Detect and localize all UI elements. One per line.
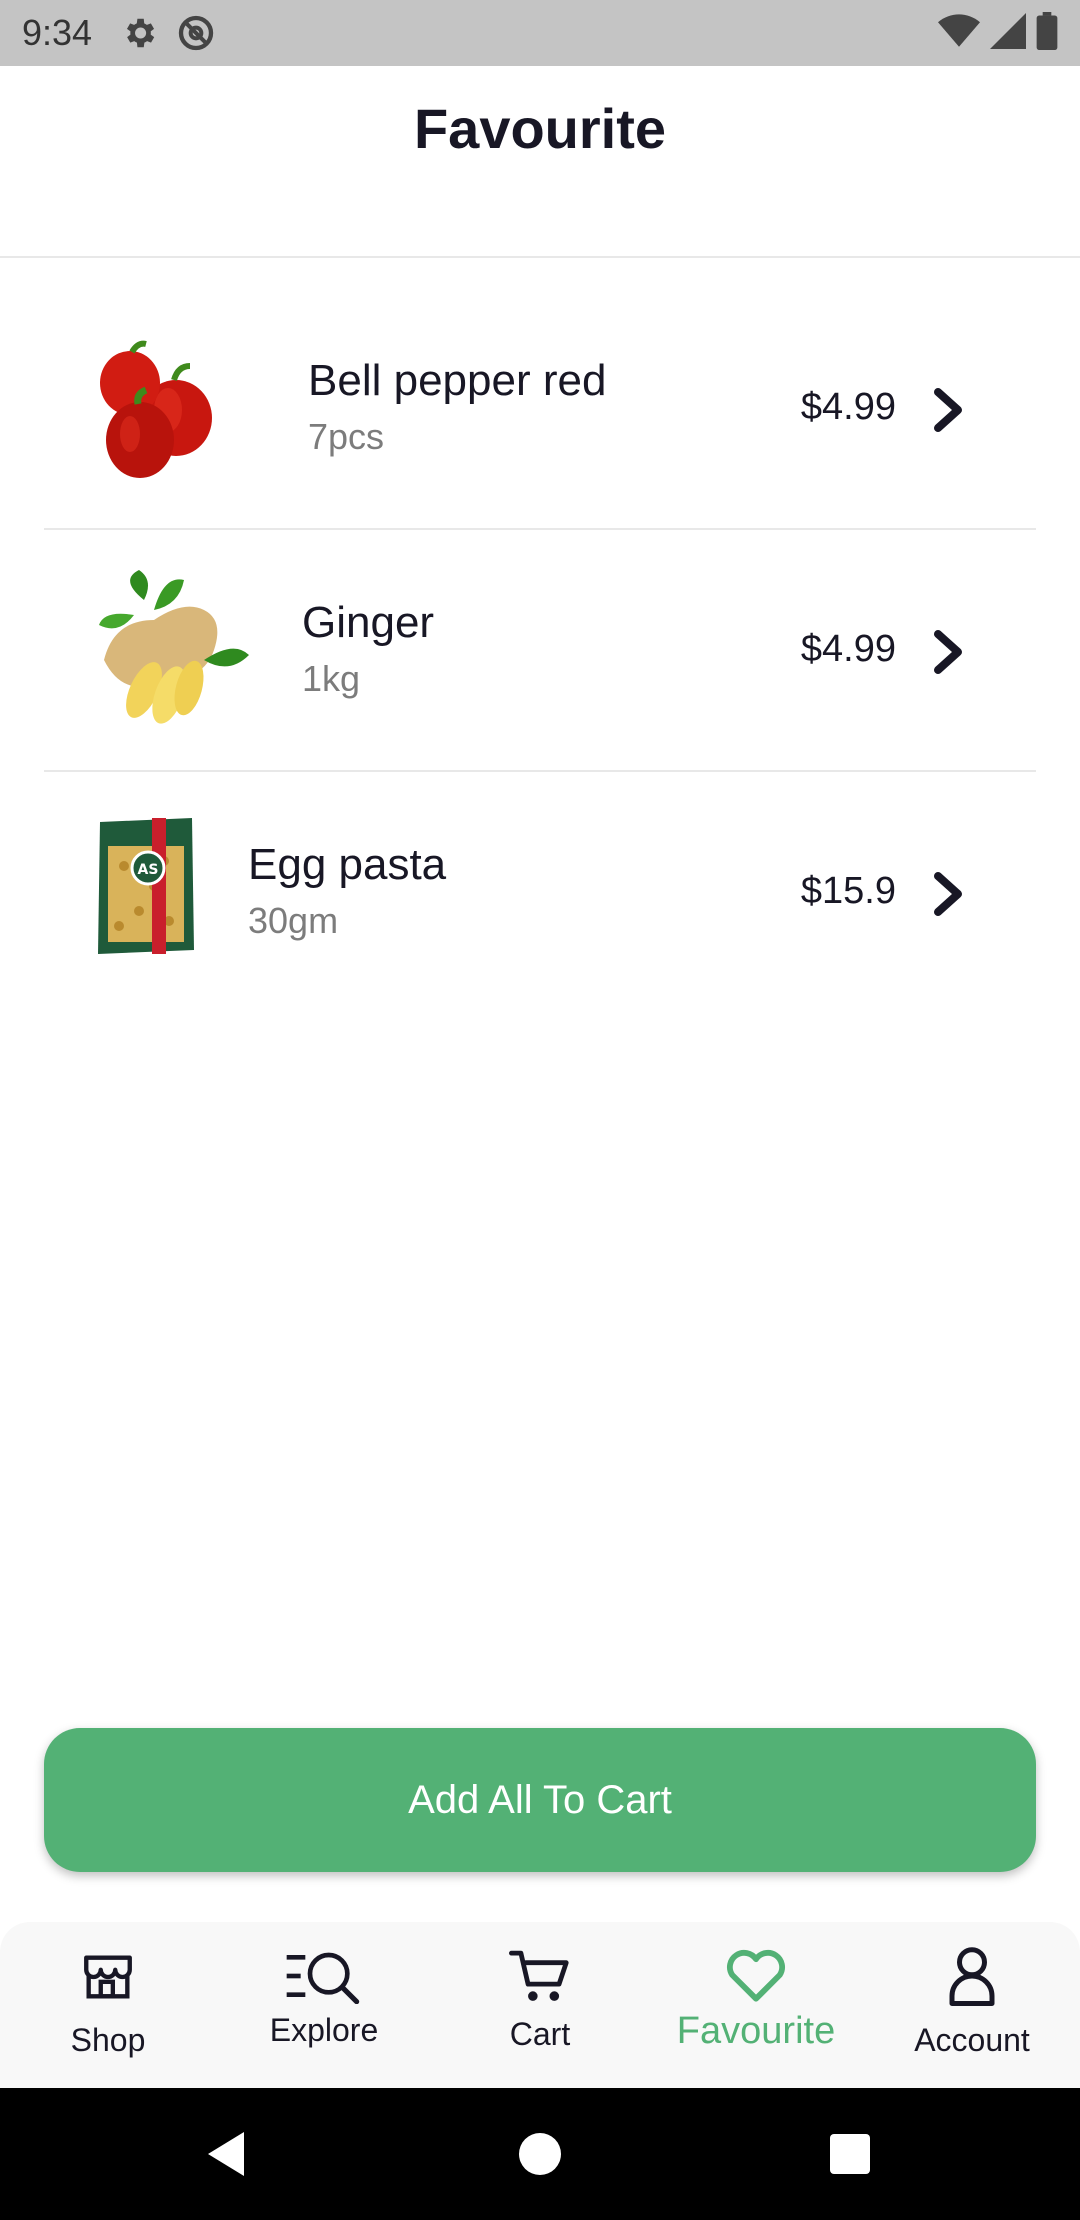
item-name: Ginger xyxy=(302,598,435,647)
back-icon[interactable] xyxy=(166,2088,286,2220)
battery-icon xyxy=(1036,11,1058,55)
status-bar: 9:34 xyxy=(0,0,1080,66)
nav-item-cart[interactable]: Cart xyxy=(432,1922,648,2088)
add-all-to-cart-button[interactable]: Add All To Cart xyxy=(44,1728,1036,1872)
nav-item-explore[interactable]: Explore xyxy=(216,1922,432,2088)
item-name: Bell pepper red xyxy=(308,356,607,405)
recents-icon[interactable] xyxy=(790,2088,910,2220)
bottom-nav: Shop Explore Cart Favourite Account xyxy=(0,1922,1080,2088)
nav-label-cart: Cart xyxy=(509,2016,571,2052)
nav-item-favourite[interactable]: Favourite xyxy=(648,1922,864,2088)
bell-pepper-image xyxy=(94,338,214,483)
cart-icon xyxy=(509,1950,569,2001)
item-price: $15.9 xyxy=(800,870,896,912)
list-item[interactable]: AS Egg pasta 30gm $15.9 xyxy=(44,772,1036,1014)
signal-icon xyxy=(990,12,1026,54)
nav-label-account: Account xyxy=(914,2022,1030,2058)
nav-label-favourite: Favourite xyxy=(676,2010,836,2052)
nav-label-shop: Shop xyxy=(70,2022,146,2058)
system-nav-bar xyxy=(0,2088,1080,2220)
list-item[interactable]: Bell pepper red 7pcs $4.99 xyxy=(44,288,1036,530)
status-time: 9:34 xyxy=(22,12,93,53)
ginger-image xyxy=(84,570,254,730)
item-price: $4.99 xyxy=(800,386,896,428)
chevron-right-icon[interactable] xyxy=(930,388,966,432)
nav-label-explore: Explore xyxy=(269,2012,379,2048)
store-icon xyxy=(84,1955,132,1999)
svg-text:AS: AS xyxy=(138,862,159,878)
nav-item-account[interactable]: Account xyxy=(864,1922,1080,2088)
heart-icon xyxy=(726,1949,786,2002)
header: Favourite xyxy=(0,66,1080,258)
gear-icon xyxy=(120,14,158,52)
at-sign-icon xyxy=(176,13,216,53)
list-item[interactable]: Ginger 1kg $4.99 xyxy=(44,530,1036,772)
nav-item-shop[interactable]: Shop xyxy=(0,1922,216,2088)
item-quantity: 7pcs xyxy=(308,416,385,457)
explore-icon xyxy=(286,1952,360,2004)
item-quantity: 1kg xyxy=(302,658,361,699)
item-quantity: 30gm xyxy=(248,900,339,941)
chevron-right-icon[interactable] xyxy=(930,872,966,916)
chevron-right-icon[interactable] xyxy=(930,630,966,674)
page-title: Favourite xyxy=(413,97,667,160)
egg-pasta-image: AS xyxy=(94,816,198,956)
item-price: $4.99 xyxy=(800,628,896,670)
item-name: Egg pasta xyxy=(248,840,447,889)
user-icon xyxy=(949,1947,995,2006)
home-icon[interactable] xyxy=(480,2088,600,2220)
wifi-icon xyxy=(938,13,980,54)
